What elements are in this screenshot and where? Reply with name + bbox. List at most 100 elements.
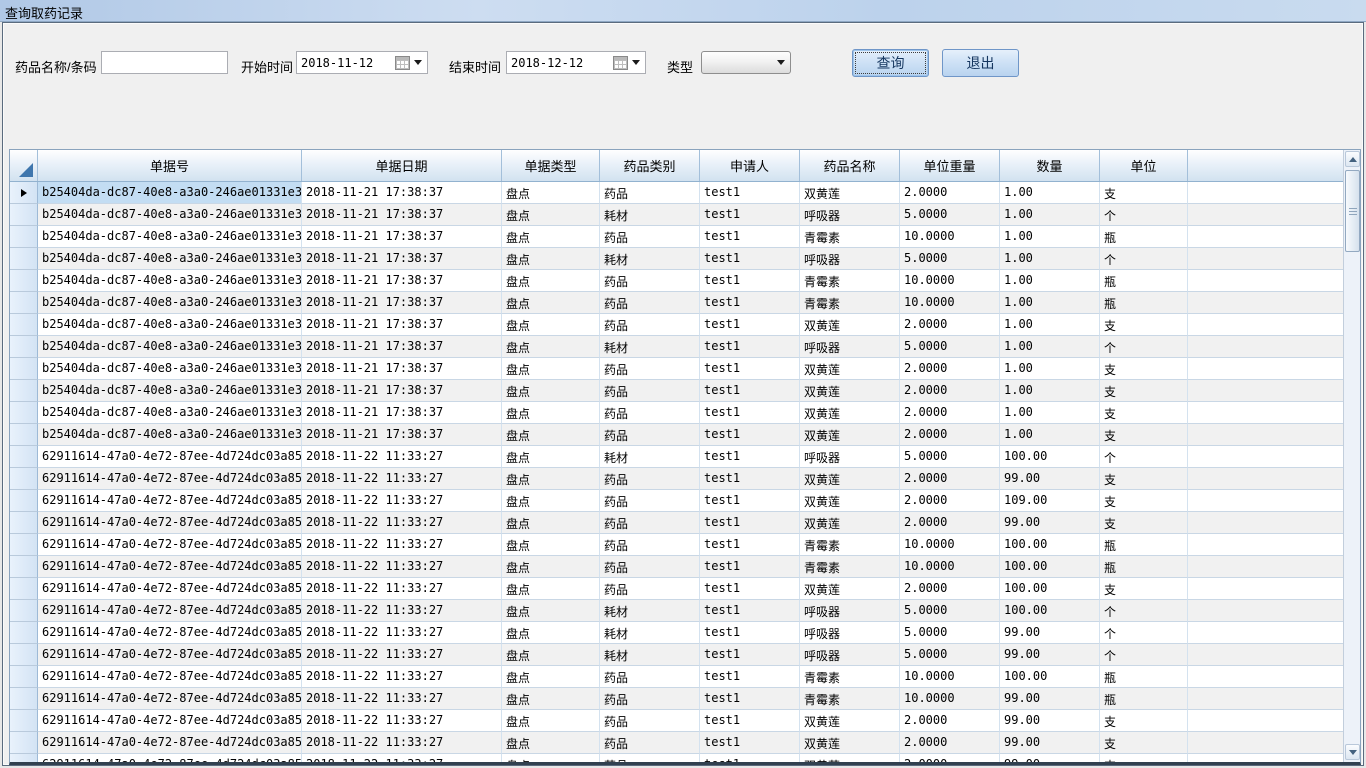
cell[interactable]: 支 [1100, 402, 1188, 424]
row-header[interactable] [10, 490, 38, 512]
cell[interactable]: 62911614-47a0-4e72-87ee-4d724dc03a85 [38, 446, 302, 468]
col-header-6[interactable]: 单位重量 [900, 150, 1000, 181]
cell[interactable]: 耗材 [600, 248, 700, 270]
cell[interactable]: 药品 [600, 754, 700, 762]
cell[interactable]: 药品 [600, 468, 700, 490]
cell[interactable]: 双黄莲 [800, 490, 900, 512]
cell-filler[interactable] [1188, 622, 1343, 644]
cell[interactable]: 支 [1100, 182, 1188, 204]
cell[interactable]: 药品 [600, 292, 700, 314]
cell[interactable]: 2018-11-22 11:33:27 [302, 446, 502, 468]
cell[interactable]: 1.00 [1000, 402, 1100, 424]
col-header-8[interactable]: 单位 [1100, 150, 1188, 181]
cell-filler[interactable] [1188, 534, 1343, 556]
cell[interactable]: 2018-11-21 17:38:37 [302, 358, 502, 380]
cell[interactable]: 62911614-47a0-4e72-87ee-4d724dc03a85 [38, 556, 302, 578]
cell[interactable]: 2018-11-22 11:33:27 [302, 534, 502, 556]
cell[interactable]: 个 [1100, 644, 1188, 666]
cell[interactable]: 青霉素 [800, 666, 900, 688]
cell[interactable]: 2.0000 [900, 468, 1000, 490]
cell[interactable]: b25404da-dc87-40e8-a3a0-246ae01331e3 [38, 402, 302, 424]
cell-filler[interactable] [1188, 600, 1343, 622]
cell[interactable]: 双黄莲 [800, 424, 900, 446]
cell[interactable]: 62911614-47a0-4e72-87ee-4d724dc03a85 [38, 578, 302, 600]
cell[interactable]: 盘点 [502, 688, 600, 710]
cell[interactable]: 药品 [600, 226, 700, 248]
cell[interactable]: 盘点 [502, 490, 600, 512]
row-header[interactable] [10, 710, 38, 732]
cell[interactable]: 双黄莲 [800, 754, 900, 762]
cell[interactable]: 99.00 [1000, 468, 1100, 490]
cell[interactable]: 2018-11-22 11:33:27 [302, 512, 502, 534]
cell[interactable]: 瓶 [1100, 556, 1188, 578]
cell[interactable]: 青霉素 [800, 270, 900, 292]
cell[interactable]: b25404da-dc87-40e8-a3a0-246ae01331e3 [38, 424, 302, 446]
cell[interactable]: 支 [1100, 710, 1188, 732]
cell[interactable]: 耗材 [600, 644, 700, 666]
row-header[interactable] [10, 578, 38, 600]
chevron-down-icon[interactable] [414, 60, 422, 65]
cell-filler[interactable] [1188, 380, 1343, 402]
cell[interactable]: 呼吸器 [800, 204, 900, 226]
cell[interactable]: 10.0000 [900, 688, 1000, 710]
cell[interactable]: test1 [700, 446, 800, 468]
cell[interactable]: test1 [700, 490, 800, 512]
cell-filler[interactable] [1188, 204, 1343, 226]
cell[interactable]: 双黄莲 [800, 578, 900, 600]
cell-filler[interactable] [1188, 336, 1343, 358]
cell[interactable]: 盘点 [502, 292, 600, 314]
cell[interactable]: 1.00 [1000, 358, 1100, 380]
cell[interactable]: 100.00 [1000, 534, 1100, 556]
cell[interactable]: 个 [1100, 248, 1188, 270]
cell[interactable]: 药品 [600, 380, 700, 402]
cell[interactable]: test1 [700, 358, 800, 380]
cell-filler[interactable] [1188, 358, 1343, 380]
cell[interactable]: 呼吸器 [800, 336, 900, 358]
cell[interactable]: 盘点 [502, 666, 600, 688]
cell[interactable]: test1 [700, 644, 800, 666]
cell[interactable]: b25404da-dc87-40e8-a3a0-246ae01331e3 [38, 182, 302, 204]
cell[interactable]: 1.00 [1000, 226, 1100, 248]
row-header[interactable] [10, 336, 38, 358]
row-header[interactable] [10, 468, 38, 490]
cell-filler[interactable] [1188, 270, 1343, 292]
cell-filler[interactable] [1188, 512, 1343, 534]
cell[interactable]: 2018-11-22 11:33:27 [302, 622, 502, 644]
scroll-down-button[interactable] [1345, 744, 1360, 760]
cell[interactable]: 99.00 [1000, 710, 1100, 732]
row-header[interactable] [10, 622, 38, 644]
cell[interactable]: 2018-11-21 17:38:37 [302, 204, 502, 226]
row-header[interactable] [10, 512, 38, 534]
cell[interactable]: 盘点 [502, 270, 600, 292]
cell[interactable]: 盘点 [502, 226, 600, 248]
cell[interactable]: 1.00 [1000, 182, 1100, 204]
cell[interactable]: 药品 [600, 578, 700, 600]
cell[interactable]: 62911614-47a0-4e72-87ee-4d724dc03a85 [38, 666, 302, 688]
cell[interactable]: 2.0000 [900, 358, 1000, 380]
scrollbar-thumb[interactable] [1345, 170, 1360, 252]
cell[interactable]: 瓶 [1100, 666, 1188, 688]
cell[interactable]: 呼吸器 [800, 248, 900, 270]
cell[interactable]: 62911614-47a0-4e72-87ee-4d724dc03a85 [38, 688, 302, 710]
row-header[interactable] [10, 424, 38, 446]
cell[interactable]: 2.0000 [900, 380, 1000, 402]
cell-filler[interactable] [1188, 226, 1343, 248]
cell[interactable]: 2.0000 [900, 490, 1000, 512]
row-header[interactable] [10, 556, 38, 578]
row-header[interactable] [10, 358, 38, 380]
cell[interactable]: 支 [1100, 468, 1188, 490]
cell[interactable]: test1 [700, 578, 800, 600]
cell[interactable]: 5.0000 [900, 446, 1000, 468]
col-header-3[interactable]: 药品类别 [600, 150, 700, 181]
cell[interactable]: 2018-11-22 11:33:27 [302, 556, 502, 578]
cell[interactable]: 1.00 [1000, 248, 1100, 270]
cell[interactable]: 2018-11-22 11:33:27 [302, 578, 502, 600]
cell[interactable]: 呼吸器 [800, 622, 900, 644]
cell[interactable]: 100.00 [1000, 600, 1100, 622]
row-header[interactable] [10, 270, 38, 292]
cell[interactable]: test1 [700, 600, 800, 622]
cell[interactable]: 耗材 [600, 204, 700, 226]
cell[interactable]: 药品 [600, 732, 700, 754]
cell[interactable]: 99.00 [1000, 644, 1100, 666]
row-header[interactable] [10, 248, 38, 270]
